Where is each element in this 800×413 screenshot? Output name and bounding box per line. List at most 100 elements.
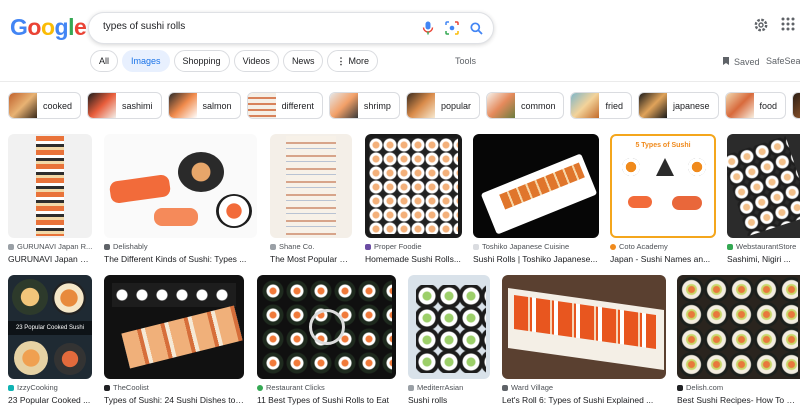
result-title[interactable]: Best Sushi Recipes- How To Mak... — [677, 395, 800, 405]
result-title[interactable]: Japan - Sushi Names an... — [610, 254, 716, 264]
apps-grid-icon[interactable] — [781, 17, 795, 36]
chip-thumbnail — [639, 93, 667, 118]
chip-label: salmon — [202, 100, 232, 111]
result-image[interactable] — [104, 134, 257, 238]
chip-food[interactable]: food — [724, 92, 787, 119]
result-image[interactable] — [677, 275, 800, 379]
image-result[interactable]: Delishably The Different Kinds of Sushi:… — [104, 134, 257, 264]
favicon-icon — [473, 243, 479, 250]
image-result[interactable]: Shane Co. The Most Popular S... — [270, 134, 352, 264]
favicon-icon — [365, 243, 371, 250]
result-title[interactable]: The Most Popular S... — [270, 254, 352, 264]
favicon-icon — [8, 384, 14, 391]
chip-japanese[interactable]: japanese — [638, 92, 719, 119]
logo-letter: G — [10, 14, 28, 40]
result-source: Proper Foodie — [374, 242, 422, 251]
result-title[interactable]: The Different Kinds of Sushi: Types ... — [104, 254, 257, 264]
google-logo[interactable]: Google — [10, 14, 87, 41]
result-title[interactable]: Sushi rolls — [408, 395, 490, 405]
result-title[interactable]: 11 Best Types of Sushi Rolls to Eat — [257, 395, 396, 405]
image-result[interactable]: WebstaurantStore Sashimi, Nigiri ... — [727, 134, 800, 264]
tab-images[interactable]: Images — [122, 50, 170, 72]
chip-shrimp[interactable]: shrimp — [328, 92, 400, 119]
image-result[interactable]: Restaurant Clicks 11 Best Types of Sushi… — [257, 275, 396, 405]
chip-common[interactable]: common — [485, 92, 565, 119]
result-source: Restaurant Clicks — [266, 383, 325, 392]
image-result[interactable]: MediterrAsian Sushi rolls — [408, 275, 490, 405]
tab-all[interactable]: All — [90, 50, 119, 72]
search-tabs: All Images Shopping Videos News ⋮ More — [90, 50, 378, 72]
chip-sashimi[interactable]: sashimi — [87, 92, 162, 119]
chip-fried[interactable]: fried — [570, 92, 632, 119]
result-image[interactable] — [408, 275, 490, 379]
settings-gear-icon[interactable] — [753, 17, 769, 38]
favicon-icon — [270, 243, 276, 250]
safesearch-button[interactable]: SafeSear — [766, 56, 800, 66]
result-image[interactable]: 23 Popular Cooked Sushi — [8, 275, 92, 379]
saved-button[interactable]: Saved — [722, 56, 760, 68]
logo-letter: o — [27, 14, 41, 40]
result-source: TheCoolist — [113, 383, 149, 392]
result-title[interactable]: Homemade Sushi Rolls... — [365, 254, 462, 264]
image-result[interactable]: 23 Popular Cooked Sushi IzzyCooking 23 P… — [8, 275, 92, 405]
result-title[interactable]: Let's Roll 6: Types of Sushi Explained .… — [502, 395, 666, 405]
chip-label: shrimp — [363, 100, 391, 111]
result-title[interactable]: Sushi Rolls | Toshiko Japanese... — [473, 254, 599, 264]
image-result[interactable]: Proper Foodie Homemade Sushi Rolls... — [365, 134, 462, 264]
favicon-icon — [408, 384, 414, 391]
chip-salmon[interactable]: salmon — [167, 92, 241, 119]
chip-different[interactable]: different — [246, 92, 323, 119]
result-image[interactable] — [8, 134, 92, 238]
result-image[interactable] — [104, 275, 244, 379]
logo-letter: o — [40, 14, 55, 40]
result-source: Shane Co. — [279, 242, 315, 251]
chip-cooked[interactable]: cooked — [8, 92, 82, 119]
result-image[interactable] — [257, 275, 396, 379]
result-title[interactable]: Sashimi, Nigiri ... — [727, 254, 800, 264]
tab-more[interactable]: ⋮ More — [327, 50, 378, 72]
chip-popular[interactable]: popular — [405, 92, 480, 119]
more-dots-icon: ⋮ — [336, 55, 346, 66]
tools-button[interactable]: Tools — [455, 56, 476, 66]
search-input[interactable]: types of sushi rolls — [103, 21, 185, 32]
tab-news[interactable]: News — [282, 50, 324, 72]
result-image[interactable]: 5 Types of Sushi — [610, 134, 716, 238]
result-source: Delishably — [113, 242, 148, 251]
image-result[interactable]: Ward Village Let's Roll 6: Types of Sush… — [502, 275, 666, 405]
image-result[interactable]: TheCoolist Types of Sushi: 24 Sushi Dish… — [104, 275, 244, 405]
result-image[interactable] — [502, 275, 666, 379]
image-result[interactable]: Toshiko Japanese Cuisine Sushi Rolls | T… — [473, 134, 599, 264]
chip-thumbnail — [406, 93, 435, 118]
tab-videos[interactable]: Videos — [233, 50, 279, 72]
chip-label: common — [520, 100, 556, 111]
chip-thumbnail — [725, 93, 754, 118]
chip-label: cooked — [43, 100, 73, 111]
result-source: Ward Village — [511, 383, 554, 392]
chip-label: popular — [440, 100, 471, 111]
lens-camera-icon[interactable] — [443, 19, 461, 37]
result-image[interactable] — [473, 134, 599, 238]
tab-label: News — [291, 56, 315, 66]
divider — [0, 81, 800, 82]
favicon-icon — [677, 384, 683, 391]
chip-thumbnail — [88, 93, 117, 118]
tab-shopping[interactable]: Shopping — [173, 50, 230, 72]
chip-label: sashimi — [122, 100, 153, 111]
result-image[interactable] — [270, 134, 352, 238]
result-title[interactable]: GURUNAVI Japan R... — [8, 254, 92, 264]
search-icon[interactable] — [467, 19, 485, 37]
result-title[interactable]: 23 Popular Cooked ... — [8, 395, 92, 405]
result-image[interactable] — [727, 134, 800, 238]
search-box[interactable]: types of sushi rolls — [88, 12, 494, 44]
result-source: Toshiko Japanese Cuisine — [482, 242, 570, 251]
result-image[interactable] — [365, 134, 462, 238]
chip-thumbnail — [9, 93, 37, 118]
chip-thumbnail — [486, 93, 515, 118]
chip-more-thumbnail[interactable] — [792, 92, 800, 119]
result-title[interactable]: Types of Sushi: 24 Sushi Dishes to ... — [104, 395, 244, 405]
image-result[interactable]: 5 Types of Sushi Coto Academy Japan - Su… — [610, 134, 716, 264]
image-result[interactable]: GURUNAVI Japan R... GURUNAVI Japan R... — [8, 134, 92, 264]
image-result[interactable]: Delish.com Best Sushi Recipes- How To Ma… — [677, 275, 800, 405]
microphone-icon[interactable] — [419, 19, 437, 37]
favicon-icon — [257, 384, 263, 391]
